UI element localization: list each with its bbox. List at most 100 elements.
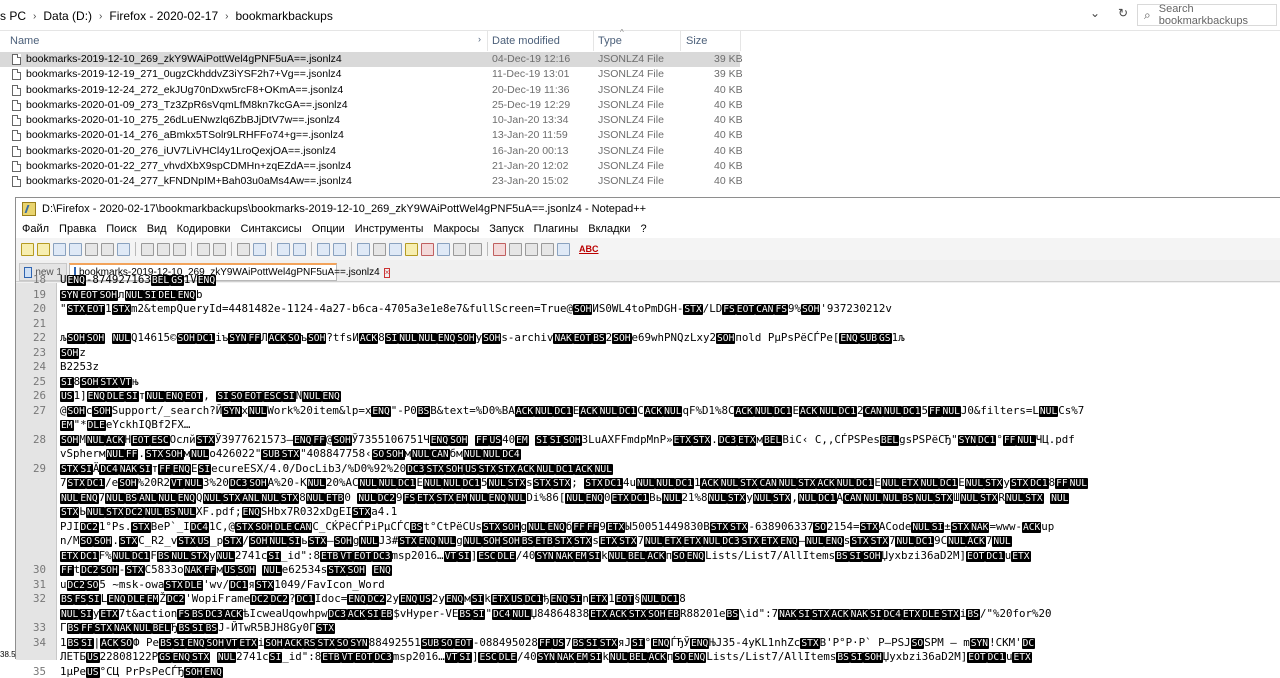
column-size[interactable]: Size	[686, 35, 707, 47]
text-run: z	[79, 346, 86, 359]
file-row[interactable]: bookmarks-2020-01-09_273_Tz3ZpR6sVqmLfM8…	[0, 98, 1280, 113]
monitoring-icon[interactable]	[469, 243, 482, 256]
save-all-icon[interactable]	[69, 243, 82, 256]
replace-icon[interactable]	[253, 243, 266, 256]
control-char-badge: SOH	[647, 609, 666, 620]
text-run: .	[112, 534, 119, 547]
control-char-badge: FF	[312, 435, 326, 446]
control-char-badge: ACK	[734, 406, 753, 417]
spell-check-icon[interactable]: ABC	[579, 244, 599, 254]
column-type[interactable]: Type	[598, 35, 622, 47]
menu-item[interactable]: Вкладки	[588, 223, 630, 235]
menu-item[interactable]: Плагины	[534, 223, 579, 235]
copy-icon[interactable]	[157, 243, 170, 256]
search-box[interactable]: ⌕ Search bookmarkbackups	[1137, 4, 1277, 26]
column-divider[interactable]	[680, 31, 681, 51]
control-char-badge: SOH	[501, 522, 520, 533]
menu-item[interactable]: Поиск	[106, 223, 136, 235]
breadcrumb-firefox[interactable]: Firefox - 2020-02-17	[109, 9, 218, 23]
line-text: PJIDC21°Ps.STXBeP`_IDC41C,@STXSOHDLECANC…	[60, 520, 1054, 533]
text-run: k	[484, 592, 491, 605]
file-row[interactable]: bookmarks-2020-01-14_276_aBmkx5TSolr9LRH…	[0, 128, 1280, 143]
word-wrap-icon[interactable]	[357, 243, 370, 256]
control-char-badge: ETX	[60, 551, 79, 562]
text-run: 1	[105, 302, 112, 315]
file-row[interactable]: bookmarks-2020-01-22_277_vhvdXbX9spCDMHn…	[0, 159, 1280, 174]
record-macro-icon[interactable]	[493, 243, 506, 256]
close-all-icon[interactable]	[101, 243, 114, 256]
file-name: bookmarks-2019-12-10_269_zkY9WAiPottWel4…	[26, 53, 342, 65]
file-row[interactable]: bookmarks-2020-01-20_276_iUV7LiVHCl4y1Lr…	[0, 144, 1280, 159]
play-macro-icon[interactable]	[525, 243, 538, 256]
control-char-badge: ACK	[516, 464, 535, 475]
save-macro-icon[interactable]	[557, 243, 570, 256]
control-char-badge: BS	[60, 594, 74, 605]
file-row[interactable]: bookmarks-2019-12-19_271_0ugzCkhddvZ3iYS…	[0, 67, 1280, 82]
document-map-icon[interactable]	[421, 243, 434, 256]
file-row[interactable]: bookmarks-2019-12-24_272_ekJUg70nDxw5rcF…	[0, 83, 1280, 98]
column-date-modified[interactable]: Date modified	[492, 35, 560, 47]
file-type: JSONLZ4 File	[598, 68, 664, 80]
text-run: Вь	[649, 491, 662, 504]
menu-item[interactable]: Макросы	[433, 223, 479, 235]
show-all-characters-icon[interactable]	[373, 243, 386, 256]
sync-vertical-icon[interactable]	[317, 243, 330, 256]
run-macro-multiple-icon[interactable]	[541, 243, 554, 256]
control-char-badge: ENQ	[399, 594, 418, 605]
close-file-icon[interactable]	[85, 243, 98, 256]
folder-workspace-icon[interactable]	[453, 243, 466, 256]
breadcrumb[interactable]: s PC › Data (D:) › Firefox - 2020-02-17 …	[0, 8, 333, 24]
control-char-badge: ETX	[416, 493, 435, 504]
control-char-badge: SOH	[264, 638, 283, 649]
file-row[interactable]: bookmarks-2019-12-10_269_zkY9WAiPottWel4…	[0, 52, 740, 67]
cut-icon[interactable]	[141, 243, 154, 256]
menu-item[interactable]: Синтаксисы	[241, 223, 302, 235]
column-divider[interactable]	[593, 31, 594, 51]
open-file-icon[interactable]	[37, 243, 50, 256]
paste-icon[interactable]	[173, 243, 186, 256]
control-char-badge: BS	[159, 638, 173, 649]
control-char-badge: EB	[380, 609, 394, 620]
new-file-icon[interactable]	[21, 243, 34, 256]
sync-horizontal-icon[interactable]	[333, 243, 346, 256]
menu-item[interactable]: Инструменты	[355, 223, 424, 235]
column-name[interactable]: Name	[10, 35, 39, 47]
function-list-icon[interactable]	[437, 243, 450, 256]
user-language-icon[interactable]	[405, 243, 418, 256]
control-char-badge: SI	[79, 464, 93, 475]
column-divider[interactable]	[487, 31, 488, 51]
menu-item[interactable]: ?	[640, 223, 646, 235]
breadcrumb-pc[interactable]: s PC	[0, 9, 26, 23]
menu-item[interactable]: Правка	[59, 223, 96, 235]
zoom-in-icon[interactable]	[277, 243, 290, 256]
find-icon[interactable]	[237, 243, 250, 256]
control-char-badge: SOH	[501, 536, 520, 547]
breadcrumb-bookmarkbackups[interactable]: bookmarkbackups	[235, 9, 332, 23]
save-icon[interactable]	[53, 243, 66, 256]
control-char-badge: EOT	[454, 638, 473, 649]
control-char-badge: ETX	[238, 638, 257, 649]
breadcrumb-drive[interactable]: Data (D:)	[43, 9, 92, 23]
print-icon[interactable]	[117, 243, 130, 256]
menu-item[interactable]: Опции	[312, 223, 345, 235]
menu-item[interactable]: Кодировки	[177, 223, 231, 235]
toolbar-separator	[351, 242, 352, 256]
menu-item[interactable]: Вид	[147, 223, 167, 235]
file-row[interactable]: bookmarks-2020-01-24_277_kFNDNpIM+Bah03u…	[0, 174, 1280, 189]
stop-macro-icon[interactable]	[509, 243, 522, 256]
undo-icon[interactable]	[197, 243, 210, 256]
zoom-out-icon[interactable]	[293, 243, 306, 256]
line-text: "STXEOT1STXm2&tempQueryId=4481482e-1124-…	[60, 302, 892, 315]
text-run: 1µPe	[60, 665, 86, 678]
file-date: 04-Dec-19 12:16	[492, 53, 570, 65]
column-divider[interactable]	[740, 31, 741, 51]
file-row[interactable]: bookmarks-2020-01-10_275_26dLuENwzlq6ZbB…	[0, 113, 1280, 128]
redo-icon[interactable]	[213, 243, 226, 256]
menu-item[interactable]: Запуск	[489, 223, 523, 235]
refresh-icon[interactable]: ↻	[1114, 6, 1132, 20]
text-editor[interactable]: 18UENQ-874927163BELGS1VENQ19SYNEOTSOHлNU…	[16, 283, 1280, 660]
menu-item[interactable]: Файл	[22, 223, 49, 235]
indent-guide-icon[interactable]	[389, 243, 402, 256]
editor-line: NULSIуETX7t&actionFSBSDC3ACKѣIcweaUqowhp…	[16, 606, 1280, 621]
dropdown-chevron-icon[interactable]: ⌄	[1086, 6, 1104, 20]
